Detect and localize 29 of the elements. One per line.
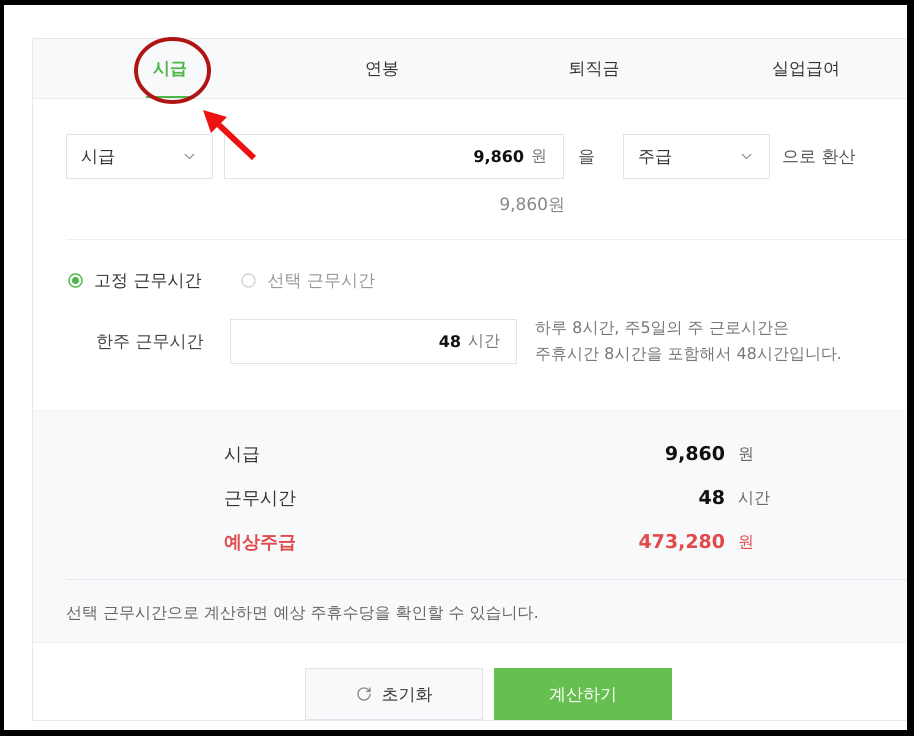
summary-label: 근무시간 bbox=[224, 487, 296, 510]
tab[interactable]: 연봉 bbox=[276, 39, 488, 98]
arrow-icon bbox=[203, 110, 256, 160]
amount-input[interactable]: 9,860 원 bbox=[224, 134, 564, 179]
refresh-icon bbox=[356, 686, 372, 702]
summary-unit: 원 bbox=[738, 444, 754, 464]
unit-select[interactable]: 주급 bbox=[623, 134, 770, 179]
radio-option[interactable]: 고정 근무시간 bbox=[68, 268, 202, 292]
hours-input[interactable]: 48 시간 bbox=[230, 318, 517, 364]
radio-icon[interactable] bbox=[241, 272, 256, 288]
note-text: 선택 근무시간으로 계산하면 예상 주휴수당을 확인할 수 있습니다. bbox=[66, 602, 539, 624]
highlight-ring-icon bbox=[134, 37, 211, 104]
tab[interactable]: 퇴직금 bbox=[488, 39, 700, 98]
summary-value: 9,860 bbox=[664, 443, 725, 465]
summary-value: 48 bbox=[698, 487, 725, 509]
preview-text: 9,860원 bbox=[499, 195, 565, 215]
particle-text: 을 bbox=[578, 146, 595, 168]
field-label: 한주 근무시간 bbox=[96, 330, 204, 352]
help-text: 하루 8시간, 주5일의 주 근로시간은 주휴시간 8시간을 포함해서 48시간입니다. bbox=[535, 317, 842, 365]
summary-unit: 시간 bbox=[738, 488, 770, 508]
radio-icon[interactable] bbox=[68, 272, 83, 288]
convert-label: 으로 환산 bbox=[782, 146, 856, 168]
summary-label: 예상주급 bbox=[224, 531, 296, 554]
summary-label: 시급 bbox=[224, 443, 260, 466]
unit-select[interactable]: 시급 bbox=[66, 134, 213, 179]
summary-value: 473,280 bbox=[638, 531, 725, 553]
summary-unit: 원 bbox=[738, 532, 754, 552]
tab[interactable]: 실업급여 bbox=[700, 39, 907, 98]
reset-button[interactable]: 초기화 bbox=[305, 668, 483, 720]
